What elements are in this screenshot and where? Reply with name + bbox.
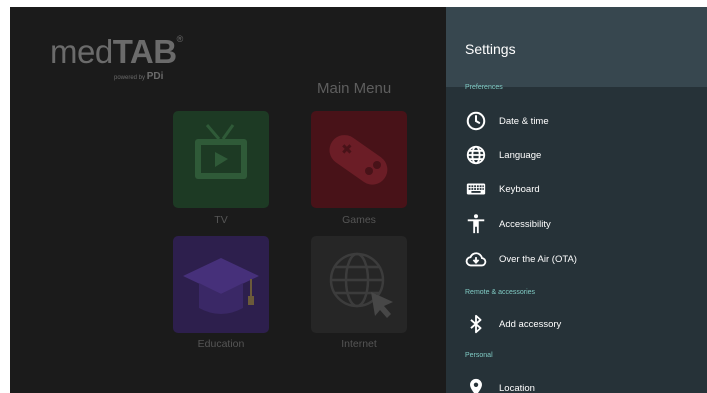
tv-icon: [195, 124, 247, 179]
settings-item-location[interactable]: Location: [446, 374, 707, 393]
logo-powered-by: powered by: [114, 75, 146, 81]
clock-icon: [466, 111, 486, 131]
settings-item-label: Date & time: [499, 116, 549, 127]
location-pin-icon: [470, 378, 482, 393]
tile-games[interactable]: ✖: [311, 111, 407, 208]
settings-item-label: Add accessory: [499, 319, 562, 330]
bluetooth-icon: [470, 314, 482, 334]
logo-pdi: PDi: [146, 71, 164, 82]
globe-cursor-icon: [329, 252, 393, 318]
globe-icon: [466, 145, 486, 165]
tile-tv-label: TV: [214, 214, 228, 226]
settings-item-keyboard[interactable]: Keyboard: [446, 175, 707, 205]
graduation-cap-icon: [183, 258, 259, 314]
section-personal: Personal: [465, 352, 493, 359]
settings-item-label: Keyboard: [499, 184, 540, 195]
logo-light-text: med: [50, 33, 113, 70]
tile-tv[interactable]: [173, 111, 269, 208]
launcher-main-menu: medTAB® powered by PDi Main Menu TV ✖ Ga…: [10, 7, 446, 393]
gamepad-icon: ✖: [329, 135, 388, 185]
cloud-download-icon: [465, 252, 487, 267]
settings-item-accessibility[interactable]: Accessibility: [446, 210, 707, 240]
settings-item-label: Accessibility: [499, 219, 551, 230]
tile-games-label: Games: [342, 214, 376, 226]
settings-item-date-time[interactable]: Date & time: [446, 107, 707, 137]
medtab-logo: medTAB® powered by PDi: [50, 33, 184, 83]
logo-bold-text: TAB: [112, 33, 177, 70]
accessibility-icon: [467, 214, 485, 234]
settings-item-language[interactable]: Language: [446, 141, 707, 171]
keyboard-icon: [466, 183, 486, 195]
settings-panel: Settings Preferences Date & time Languag…: [446, 7, 707, 393]
main-menu-title: Main Menu: [317, 80, 392, 97]
settings-item-add-accessory[interactable]: Add accessory: [446, 310, 707, 340]
settings-header: Settings: [446, 7, 707, 87]
settings-item-label: Location: [499, 383, 535, 393]
section-preferences: Preferences: [465, 84, 503, 91]
tile-internet[interactable]: [311, 236, 407, 333]
section-remote-accessories: Remote & accessories: [465, 289, 536, 296]
tv-screen: medTAB® powered by PDi Main Menu TV ✖ Ga…: [10, 7, 707, 393]
settings-item-label: Language: [499, 150, 542, 161]
tile-education-label: Education: [197, 338, 245, 350]
settings-item-ota[interactable]: Over the Air (OTA): [446, 245, 707, 275]
tile-internet-label: Internet: [341, 338, 377, 350]
svg-text:✖: ✖: [341, 142, 353, 158]
tile-education[interactable]: [173, 236, 269, 333]
logo-registered-mark: ®: [176, 34, 184, 44]
settings-title: Settings: [465, 41, 516, 57]
settings-item-label: Over the Air (OTA): [499, 254, 577, 265]
